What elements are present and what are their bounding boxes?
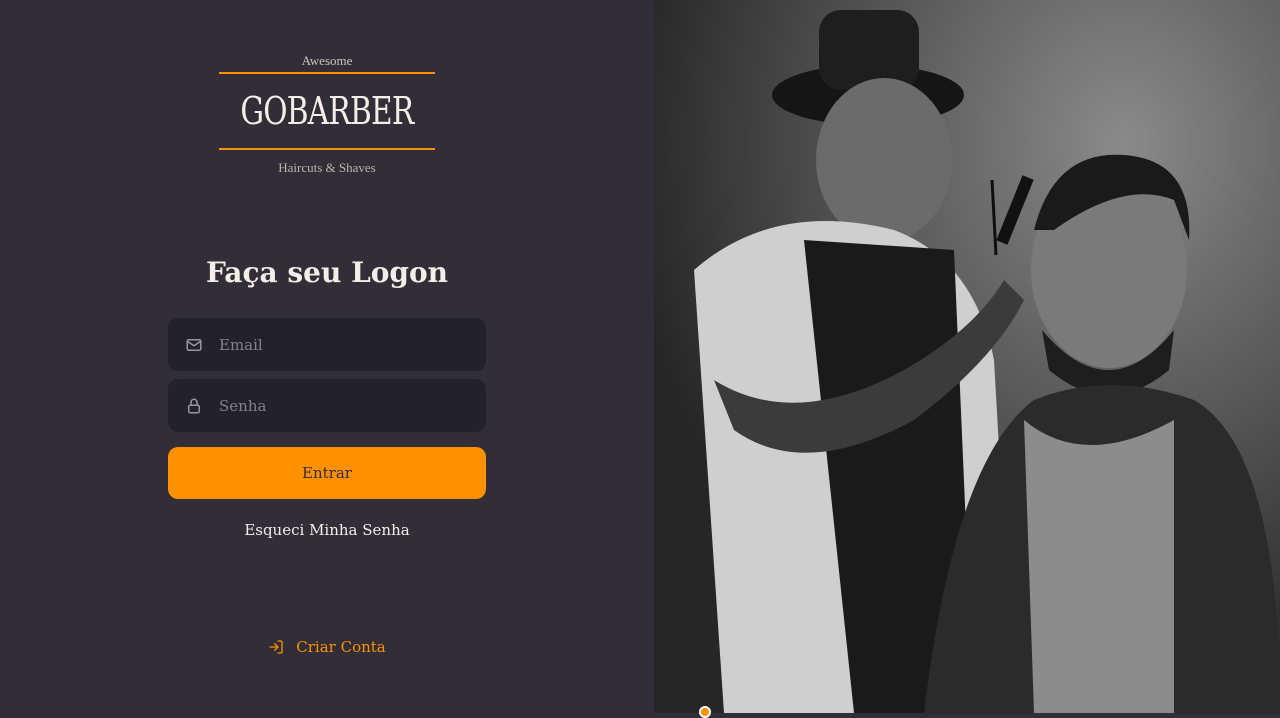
email-field[interactable] xyxy=(168,318,486,371)
email-input[interactable] xyxy=(217,334,471,355)
page-title: Faça seu Logon xyxy=(205,256,449,289)
create-account-link[interactable]: Criar Conta xyxy=(168,638,486,656)
barber-photo-illustration xyxy=(654,0,1280,713)
gobarber-logo: Awesome GOBARBER Haircuts & Shaves xyxy=(219,50,435,190)
forgot-password-link[interactable]: Esqueci Minha Senha xyxy=(168,521,486,539)
password-field[interactable] xyxy=(168,379,486,432)
logo-top-text: Awesome xyxy=(301,53,353,68)
log-in-icon xyxy=(269,640,283,654)
logo-bottom-text: Haircuts & Shaves xyxy=(278,160,376,175)
floating-indicator xyxy=(699,706,711,718)
logo-brand-row: GOBARBER xyxy=(219,74,435,148)
logo-divider-bottom xyxy=(219,148,435,150)
submit-button[interactable]: Entrar xyxy=(168,447,486,499)
lock-icon xyxy=(188,398,200,413)
barber-photo xyxy=(654,0,1280,713)
logo-brand: GOBARBER xyxy=(240,89,415,133)
mail-icon xyxy=(186,338,202,351)
password-input[interactable] xyxy=(217,395,471,416)
create-account-label: Criar Conta xyxy=(296,638,386,656)
login-panel: Awesome GOBARBER Haircuts & Shaves Faça … xyxy=(0,0,654,713)
